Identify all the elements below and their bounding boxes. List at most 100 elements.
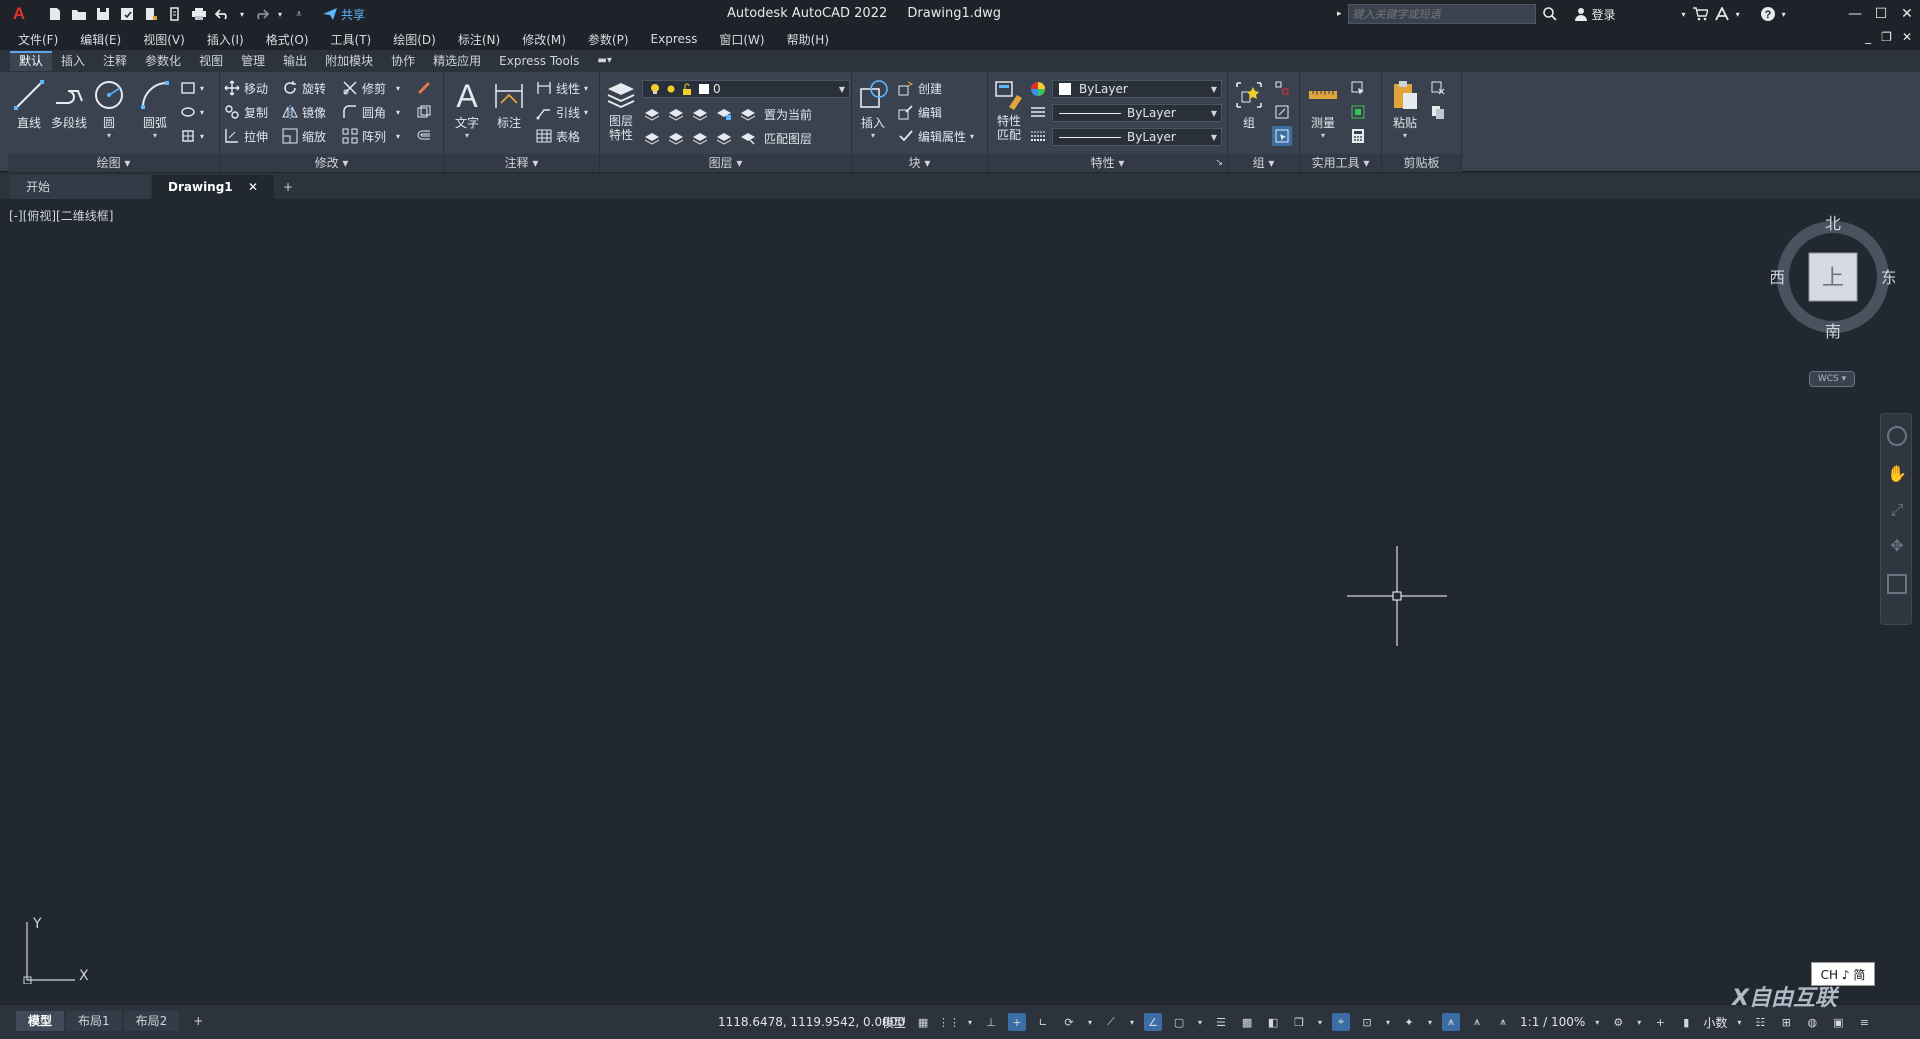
redo-dropdown-icon[interactable]: ▾	[276, 5, 284, 23]
group-edit-button[interactable]	[1274, 102, 1290, 122]
units-value[interactable]: 小数	[1703, 1014, 1727, 1031]
isometric-icon[interactable]: ⟋	[1102, 1013, 1120, 1031]
create-block-button[interactable]: 创建	[898, 78, 942, 98]
compass-east[interactable]: 东	[1881, 268, 1895, 287]
tab-view[interactable]: 视图	[190, 51, 232, 71]
app-dropdown-icon[interactable]: ▾	[1736, 10, 1740, 19]
doc-restore-icon[interactable]: ❐	[1881, 30, 1892, 44]
units-icon[interactable]: ▮	[1677, 1013, 1695, 1031]
panel-clipboard-title[interactable]: 剪贴板	[1382, 154, 1461, 172]
wcs-menu-button[interactable]: WCS ▾	[1809, 371, 1855, 387]
auto-scale-icon[interactable]: ⩚	[1468, 1013, 1486, 1031]
file-tab-close-icon[interactable]: ✕	[248, 175, 258, 199]
file-tab-start[interactable]: 开始	[10, 175, 150, 199]
redo-icon[interactable]	[252, 5, 270, 23]
insert-dropdown-icon[interactable]: ▾	[871, 131, 875, 140]
cart-icon[interactable]	[1692, 7, 1708, 21]
hatch-button[interactable]: ▾	[180, 102, 204, 122]
calculator-button[interactable]	[1350, 126, 1366, 146]
group-select-button[interactable]	[1272, 126, 1292, 146]
ungroup-button[interactable]	[1274, 78, 1290, 98]
menu-view[interactable]: 视图(V)	[143, 31, 185, 48]
arc-dropdown-icon[interactable]: ▾	[153, 131, 157, 140]
add-layout-icon[interactable]: +	[181, 1011, 215, 1031]
menu-dimension[interactable]: 标注(N)	[458, 31, 500, 48]
model-space-toggle[interactable]: 模型	[882, 1014, 906, 1031]
tab-featured-apps[interactable]: 精选应用	[424, 51, 490, 71]
isometric-dropdown-icon[interactable]: ▾	[1128, 1013, 1136, 1031]
annotation-scale-value[interactable]: 1:1 / 100%	[1520, 1015, 1585, 1029]
match-layer-icon[interactable]	[740, 130, 756, 146]
object-snap-icon[interactable]: ▢	[1170, 1013, 1188, 1031]
layout-tab-model[interactable]: 模型	[16, 1011, 65, 1031]
properties-launcher-icon[interactable]: ↘	[1215, 154, 1223, 172]
minimize-icon[interactable]: —	[1842, 0, 1868, 28]
rectangle-button[interactable]: ▾	[180, 78, 204, 98]
help-icon[interactable]: ?	[1760, 6, 1776, 22]
viewport-controls-label[interactable]: [-][俯视][二维线框]	[9, 207, 113, 224]
menu-edit[interactable]: 编辑(E)	[80, 31, 121, 48]
select-all-button[interactable]	[1350, 102, 1366, 122]
array-button[interactable]: 阵列 ▾	[342, 126, 400, 146]
paste-dropdown-icon[interactable]: ▾	[1403, 131, 1407, 140]
showmotion-icon[interactable]	[1887, 574, 1907, 594]
menu-format[interactable]: 格式(O)	[266, 31, 309, 48]
copy-button[interactable]: 复制	[224, 102, 268, 122]
tab-parametric[interactable]: 参数化	[136, 51, 190, 71]
layer-properties-button[interactable]: 图层 特性	[602, 78, 640, 142]
doc-minimize-icon[interactable]: _	[1865, 30, 1871, 44]
layer-unlock-tool-icon[interactable]	[716, 130, 732, 146]
panel-block-title[interactable]: 块 ▾	[852, 154, 987, 172]
explode-button[interactable]	[416, 102, 432, 122]
dynamic-ucs-icon[interactable]: ⌖	[1332, 1013, 1351, 1031]
erase-button[interactable]	[416, 78, 432, 98]
insert-block-button[interactable]: 插入 ▾	[854, 78, 892, 140]
login-dropdown-icon[interactable]: ▾	[1682, 10, 1686, 19]
tab-default[interactable]: 默认	[10, 51, 53, 71]
move-button[interactable]: 移动	[224, 78, 268, 98]
quick-select-button[interactable]	[1350, 78, 1366, 98]
trim-button[interactable]: 修剪 ▾	[342, 78, 400, 98]
layout-tab-layout2[interactable]: 布局2	[123, 1011, 180, 1031]
text-dropdown-icon[interactable]: ▾	[465, 131, 469, 140]
annotation-visibility-icon[interactable]: ⩚	[1442, 1013, 1461, 1031]
dimension-button[interactable]: 标注	[490, 78, 528, 131]
tab-addins[interactable]: 附加模块	[316, 51, 382, 71]
boundary-button[interactable]: ▾	[180, 126, 204, 146]
login-button[interactable]: 登录	[1574, 6, 1616, 23]
linetype-dropdown[interactable]: ByLayer ▼	[1052, 104, 1222, 122]
panel-layers-title[interactable]: 图层 ▾	[600, 154, 851, 172]
open-folder-icon[interactable]	[70, 5, 88, 23]
panel-groups-title[interactable]: 组 ▾	[1228, 154, 1299, 172]
file-tab-drawing1[interactable]: Drawing1 ✕	[152, 175, 274, 199]
selection-cycling-icon[interactable]: ◧	[1264, 1013, 1282, 1031]
infer-constraints-icon[interactable]: ⊥	[982, 1013, 1000, 1031]
tab-manage[interactable]: 管理	[232, 51, 274, 71]
selection-filter-dropdown-icon[interactable]: ▾	[1384, 1013, 1392, 1031]
menu-help[interactable]: 帮助(H)	[787, 31, 829, 48]
table-button[interactable]: 表格	[536, 126, 580, 146]
tab-express-tools[interactable]: Express Tools	[490, 51, 588, 71]
transparency-icon[interactable]: ▩	[1238, 1013, 1256, 1031]
group-button[interactable]: 组	[1230, 78, 1268, 131]
drawing-canvas[interactable]: [-][俯视][二维线框] 上 北 南 西 东 WCS ▾ ✋ ⤢ ✥ Y X	[3, 199, 1915, 1004]
ortho-icon[interactable]: ∟	[1034, 1013, 1052, 1031]
3d-osnap-icon[interactable]: ❒	[1290, 1013, 1308, 1031]
panel-properties-title[interactable]: 特性 ▾ ↘	[988, 154, 1227, 172]
mirror-button[interactable]: 镜像	[282, 102, 326, 122]
layer-walk-icon[interactable]	[644, 130, 660, 146]
set-current-label[interactable]: 置为当前	[764, 106, 812, 123]
linear-dim-button[interactable]: 线性 ▾	[536, 78, 588, 98]
maximize-icon[interactable]: ☐	[1868, 0, 1894, 28]
layer-dropdown[interactable]: 0 ▼	[642, 80, 850, 98]
compass-south[interactable]: 南	[1825, 322, 1841, 339]
edit-block-button[interactable]: 编辑	[898, 102, 942, 122]
search-expand-icon[interactable]: ▸	[1337, 9, 1342, 19]
line-button[interactable]: 直线	[10, 78, 48, 131]
new-file-tab-icon[interactable]: +	[276, 175, 300, 199]
undo-icon[interactable]	[214, 5, 232, 23]
tab-annotate[interactable]: 注释	[94, 51, 136, 71]
search-icon[interactable]	[1542, 6, 1558, 22]
viewcube[interactable]: 上 北 南 西 东	[1771, 215, 1895, 339]
layer-lock-icon[interactable]	[716, 106, 732, 122]
